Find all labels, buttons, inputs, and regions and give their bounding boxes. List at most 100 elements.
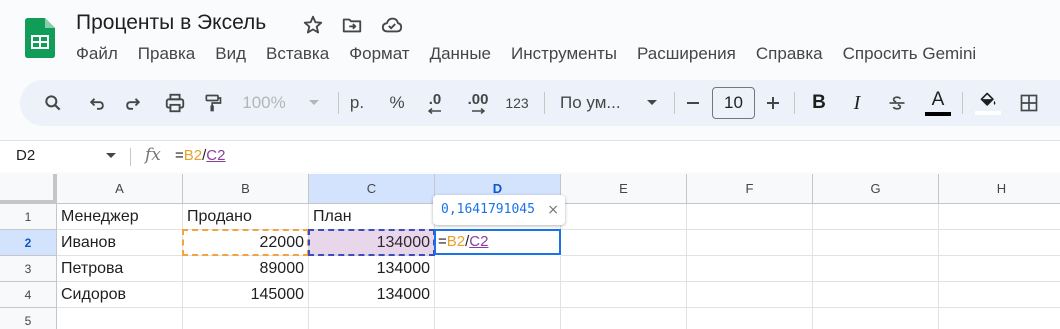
undo-button[interactable] [82, 80, 112, 126]
menu-insert[interactable]: Вставка [256, 42, 339, 66]
italic-label: I [853, 91, 861, 114]
move-to-folder-icon[interactable] [341, 14, 363, 36]
cell-a2[interactable]: Иванов [57, 230, 183, 256]
cell-f3[interactable] [687, 256, 813, 282]
cell-f4[interactable] [687, 282, 813, 308]
column-header-c[interactable]: C [309, 174, 435, 204]
cell-b4[interactable]: 145000 [183, 282, 309, 308]
text-color-button[interactable]: A [922, 80, 954, 126]
chevron-down-icon[interactable] [105, 152, 117, 160]
column-header-h[interactable]: H [939, 174, 1060, 204]
print-button[interactable] [160, 80, 190, 126]
more-formats-button[interactable]: 123 [500, 80, 534, 126]
formula-ref-b2: B2 [183, 147, 203, 164]
column-header-f[interactable]: F [687, 174, 813, 204]
undo-icon [89, 98, 104, 110]
paint-format-button[interactable] [198, 80, 228, 126]
menu-help[interactable]: Справка [746, 42, 833, 66]
cell-f2[interactable] [687, 230, 813, 256]
cell-c4[interactable]: 134000 [309, 282, 435, 308]
menu-format[interactable]: Формат [339, 42, 419, 66]
menu-file[interactable]: Файл [66, 42, 128, 66]
cell-b5[interactable] [183, 308, 309, 329]
column-header-e[interactable]: E [561, 174, 687, 204]
cell-h3[interactable] [939, 256, 1060, 282]
cell-h4[interactable] [939, 282, 1060, 308]
cell-c3[interactable]: 134000 [309, 256, 435, 282]
star-icon[interactable] [302, 14, 324, 36]
cell-c1[interactable]: План [309, 204, 435, 230]
row-header-2[interactable]: 2 [0, 230, 57, 256]
search-menus-button[interactable] [38, 80, 68, 126]
row-header-3[interactable]: 3 [0, 256, 57, 282]
borders-icon [1020, 94, 1038, 112]
cell-h1[interactable] [939, 204, 1060, 230]
cell-d5[interactable] [435, 308, 561, 329]
column-header-a[interactable]: A [57, 174, 183, 204]
column-header-g[interactable]: G [813, 174, 939, 204]
active-cell-editor[interactable]: =B2/C2 [434, 229, 561, 255]
menu-tools[interactable]: Инструменты [501, 42, 627, 66]
fill-color-button[interactable] [972, 80, 1004, 126]
bold-label: B [812, 92, 826, 113]
menu-edit[interactable]: Правка [128, 42, 205, 66]
cell-a4[interactable]: Сидоров [57, 282, 183, 308]
cell-h2[interactable] [939, 230, 1060, 256]
increase-font-size-button[interactable] [760, 80, 786, 126]
font-size-input[interactable]: 10 [712, 87, 755, 119]
cell-g2[interactable] [813, 230, 939, 256]
cell-e3[interactable] [561, 256, 687, 282]
document-title[interactable]: Проценты в Эксель [76, 11, 266, 35]
currency-format-button[interactable]: р. [342, 80, 372, 126]
cell-d4[interactable] [435, 282, 561, 308]
redo-button[interactable] [118, 80, 148, 126]
cell-b3[interactable]: 89000 [183, 256, 309, 282]
cell-g4[interactable] [813, 282, 939, 308]
menu-view[interactable]: Вид [205, 42, 256, 66]
cell-a3[interactable]: Петрова [57, 256, 183, 282]
strikethrough-button[interactable] [882, 80, 912, 126]
toolbar-divider [962, 92, 963, 114]
column-header-b[interactable]: B [183, 174, 309, 204]
cell-f1[interactable] [687, 204, 813, 230]
row-header-1[interactable]: 1 [0, 204, 57, 230]
menu-ask-gemini[interactable]: Спросить Gemini [833, 42, 987, 66]
decrease-decimals-button[interactable]: .0 [420, 80, 450, 126]
name-box[interactable]: D2 [16, 147, 35, 164]
formula-input[interactable]: =B2/C2 [175, 147, 225, 164]
increase-decimals-button[interactable]: .00 [458, 80, 498, 126]
sheets-logo-icon[interactable] [25, 18, 55, 58]
select-all-corner[interactable] [0, 174, 57, 204]
cell-d3[interactable] [435, 256, 561, 282]
cell-b2[interactable]: 22000 [183, 230, 309, 256]
decrease-font-size-button[interactable] [680, 80, 706, 126]
cell-b1[interactable]: Продано [183, 204, 309, 230]
cell-f5[interactable] [687, 308, 813, 329]
zoom-select[interactable]: 100% [238, 80, 324, 126]
cell-e1[interactable] [561, 204, 687, 230]
cell-g1[interactable] [813, 204, 939, 230]
percent-format-button[interactable]: % [382, 80, 412, 126]
menu-extensions[interactable]: Расширения [627, 42, 746, 66]
cell-a1[interactable]: Менеджер [57, 204, 183, 230]
cell-g3[interactable] [813, 256, 939, 282]
cell-c2[interactable]: 134000 [309, 230, 435, 256]
editor-ref-c2: C2 [469, 233, 489, 250]
close-icon[interactable]: × [547, 195, 559, 225]
cell-c5[interactable] [309, 308, 435, 329]
cell-e2[interactable] [561, 230, 687, 256]
menu-data[interactable]: Данные [420, 42, 501, 66]
font-family-select[interactable]: По ум... [552, 80, 662, 126]
toolbar-divider [794, 92, 795, 114]
cell-g5[interactable] [813, 308, 939, 329]
italic-button[interactable]: I [842, 80, 872, 126]
cell-a5[interactable] [57, 308, 183, 329]
bold-button[interactable]: B [804, 80, 834, 126]
row-header-4[interactable]: 4 [0, 282, 57, 308]
cell-h5[interactable] [939, 308, 1060, 329]
borders-button[interactable] [1014, 80, 1044, 126]
cell-e4[interactable] [561, 282, 687, 308]
cell-e5[interactable] [561, 308, 687, 329]
cloud-saved-icon[interactable] [381, 14, 403, 36]
row-header-5[interactable]: 5 [0, 308, 57, 329]
